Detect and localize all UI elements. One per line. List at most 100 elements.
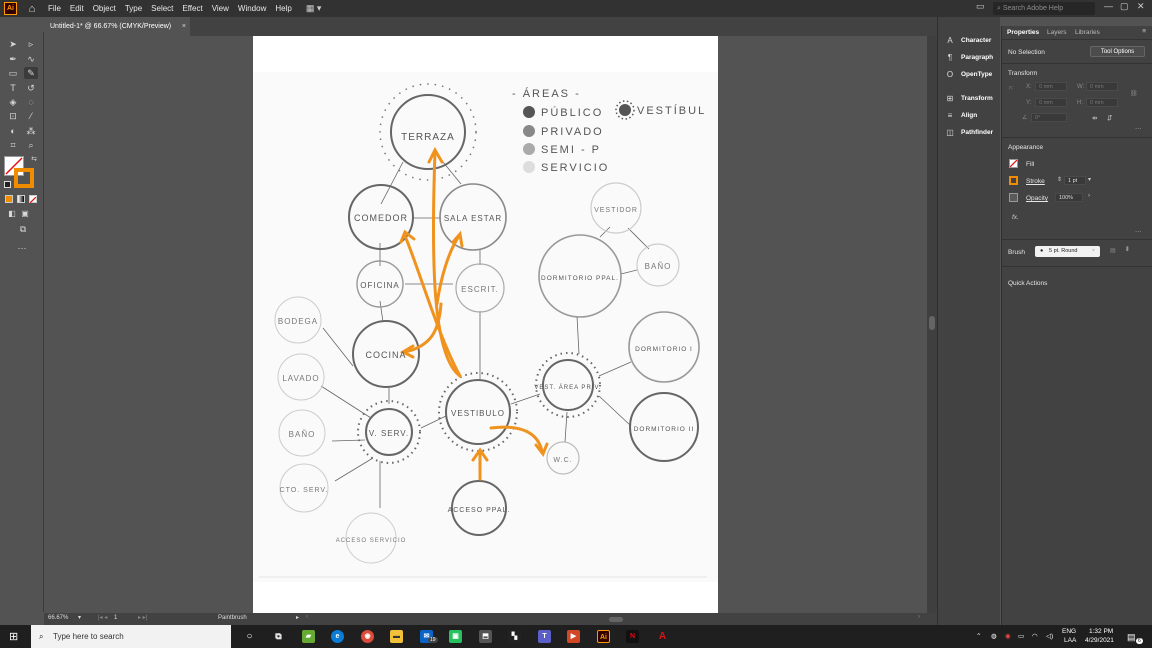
color-mode-icon[interactable] [5, 195, 13, 203]
eraser-tool-icon[interactable]: ◈ [6, 96, 20, 108]
artboard-number[interactable]: 1 [114, 615, 117, 621]
vertical-scrollbar[interactable] [927, 36, 937, 613]
x-field[interactable]: 0 mm [1035, 82, 1067, 91]
task-view-icon[interactable]: ⧉ [272, 630, 285, 643]
transform-more-icon[interactable]: ··· [1135, 125, 1142, 132]
tray-app-icon-2[interactable]: ◉ [1005, 632, 1011, 642]
lasso-tool-icon[interactable]: ◌ [24, 96, 38, 108]
brush-library-icon[interactable]: ⫴ [1126, 247, 1129, 254]
stroke-swatch[interactable] [14, 168, 34, 188]
w-field[interactable]: 0 mm [1086, 82, 1118, 91]
menu-type[interactable]: Type [125, 4, 142, 13]
status-menu-icon[interactable]: ▸ [296, 614, 299, 621]
swap-fill-stroke-icon[interactable]: ⇆ [27, 154, 41, 166]
y-field[interactable]: 0 mm [1035, 98, 1067, 107]
home-icon[interactable]: ⌂ [25, 3, 39, 15]
selection-tool-icon[interactable]: ➤ [6, 38, 20, 50]
edge-icon[interactable]: e [331, 630, 344, 643]
free-transform-tool-icon[interactable]: ⊡ [6, 110, 20, 122]
arrange-documents-icon[interactable]: ▭ [976, 1, 985, 12]
opacity-arrow-icon[interactable]: › [1088, 193, 1090, 199]
illustrator-taskbar-icon[interactable]: Ai [597, 630, 610, 643]
stroke-weight-field[interactable]: 1 pt [1064, 176, 1086, 185]
scroll-right-icon[interactable]: › [918, 614, 920, 620]
acrobat-icon[interactable]: A [656, 630, 669, 643]
workspace-switcher-icon[interactable]: ▦ ▾ [306, 3, 322, 14]
notifications-icon[interactable]: ▤ [1127, 632, 1136, 642]
stroke-stepper-icon[interactable]: ⇕ [1057, 176, 1062, 183]
netflix-icon[interactable]: N [626, 630, 639, 643]
direct-selection-tool-icon[interactable]: ▹ [24, 38, 38, 50]
brush-selector[interactable]: ● 5 pt. Round [1035, 246, 1100, 257]
scroll-left-icon[interactable]: ‹ [306, 614, 308, 620]
zoom-level[interactable]: 66.67% [48, 615, 68, 621]
eyedropper-tool-icon[interactable]: ⁄ [24, 110, 38, 122]
shape-builder-tool-icon[interactable]: ◐ [6, 125, 20, 137]
document-tab[interactable]: Untitled-1* @ 66.67% (CMYK/Preview) × [44, 17, 190, 36]
stroke-label[interactable]: Stroke [1026, 178, 1045, 185]
reference-point-icon[interactable]: ⁙ [1008, 84, 1013, 92]
app-icon-1[interactable]: ▰ [302, 630, 315, 643]
taskbar-search-input[interactable]: ⌕ Type here to search [31, 625, 231, 648]
none-mode-icon[interactable] [29, 195, 37, 204]
dock-character[interactable]: A Character [944, 33, 1000, 47]
zoom-tool-icon[interactable]: ⌕ [24, 139, 38, 151]
tray-app-icon-1[interactable]: ◍ [991, 632, 997, 642]
stroke-swatch-panel[interactable] [1009, 176, 1018, 185]
artboard[interactable]: TERRAZA COMEDOR SALA ESTAR OFICINA ESCRI… [253, 36, 718, 613]
next-artboard-icon[interactable]: ▸ ▸| [138, 614, 147, 621]
tray-expand-icon[interactable]: ⌃ [976, 632, 981, 642]
menu-help[interactable]: Help [275, 4, 291, 13]
edit-toolbar-icon[interactable]: ··· [15, 242, 29, 254]
close-tab-icon[interactable]: × [182, 17, 186, 36]
menu-select[interactable]: Select [151, 4, 173, 13]
cortana-icon[interactable]: ○ [243, 630, 256, 643]
rotate-tool-icon[interactable]: ↺ [24, 82, 38, 94]
tab-properties[interactable]: Properties [1007, 29, 1039, 36]
help-search-input[interactable]: ⌕ Search Adobe Help [993, 2, 1095, 15]
battery-icon[interactable]: ▭ [1018, 632, 1024, 642]
opacity-field[interactable]: 100% [1055, 193, 1083, 202]
app-icon-3[interactable]: ▚ [508, 630, 521, 643]
constrain-proportions-icon[interactable]: ⛓ [1130, 90, 1138, 97]
menu-file[interactable]: File [48, 4, 61, 13]
fill-swatch-panel[interactable] [1009, 159, 1018, 168]
dock-opentype[interactable]: O OpenType [944, 67, 1000, 81]
tab-layers[interactable]: Layers [1047, 29, 1067, 36]
app-icon-2[interactable]: ⬒ [479, 630, 492, 643]
dock-align[interactable]: ≡ Align [944, 108, 1000, 122]
rectangle-tool-icon[interactable]: ▭ [6, 67, 20, 79]
menu-effect[interactable]: Effect [182, 4, 202, 13]
volume-icon[interactable]: ◁) [1046, 632, 1053, 642]
file-explorer-icon[interactable]: ▬ [390, 630, 403, 643]
flip-horizontal-icon[interactable]: ⇹ [1092, 114, 1097, 122]
app-icon-4[interactable]: ▶ [567, 630, 580, 643]
maximize-icon[interactable]: ▢ [1120, 1, 1129, 12]
tab-libraries[interactable]: Libraries [1075, 29, 1100, 36]
flip-vertical-icon[interactable]: ⇵ [1107, 114, 1112, 122]
screen-mode-icon[interactable]: ▣ [18, 208, 32, 220]
teams-icon[interactable]: T [538, 630, 551, 643]
messaging-app-icon[interactable]: ▣ [449, 630, 462, 643]
brush-dropdown-icon[interactable]: ▾ [1092, 247, 1095, 254]
rotate-angle-field[interactable]: 0° [1031, 113, 1067, 122]
zoom-dropdown-icon[interactable]: ▾ [78, 614, 81, 621]
fx-icon[interactable]: fx. [1012, 214, 1019, 221]
paintbrush-tool-icon[interactable]: ✎ [24, 67, 38, 79]
horizontal-scroll-thumb[interactable] [609, 617, 623, 622]
tool-options-button[interactable]: Tool Options [1090, 46, 1145, 57]
artboard-tool-icon[interactable]: ⌗ [6, 139, 20, 151]
brush-options-icon[interactable]: ▤ [1110, 247, 1116, 254]
menu-window[interactable]: Window [238, 4, 266, 13]
menu-view[interactable]: View [212, 4, 229, 13]
close-window-icon[interactable]: ✕ [1137, 1, 1145, 12]
appearance-more-icon[interactable]: ··· [1135, 228, 1142, 235]
scrollbar-thumb[interactable] [929, 316, 935, 330]
chrome-icon[interactable]: ◉ [361, 630, 374, 643]
curvature-tool-icon[interactable]: ∿ [24, 53, 38, 65]
windows-start-icon[interactable]: ⊞ [9, 630, 27, 643]
dock-paragraph[interactable]: ¶ Paragraph [944, 50, 1000, 64]
dock-pathfinder[interactable]: ◫ Pathfinder [944, 125, 1000, 139]
type-tool-icon[interactable]: T [6, 82, 20, 94]
draw-mode-icon[interactable]: ◧ [5, 208, 19, 220]
